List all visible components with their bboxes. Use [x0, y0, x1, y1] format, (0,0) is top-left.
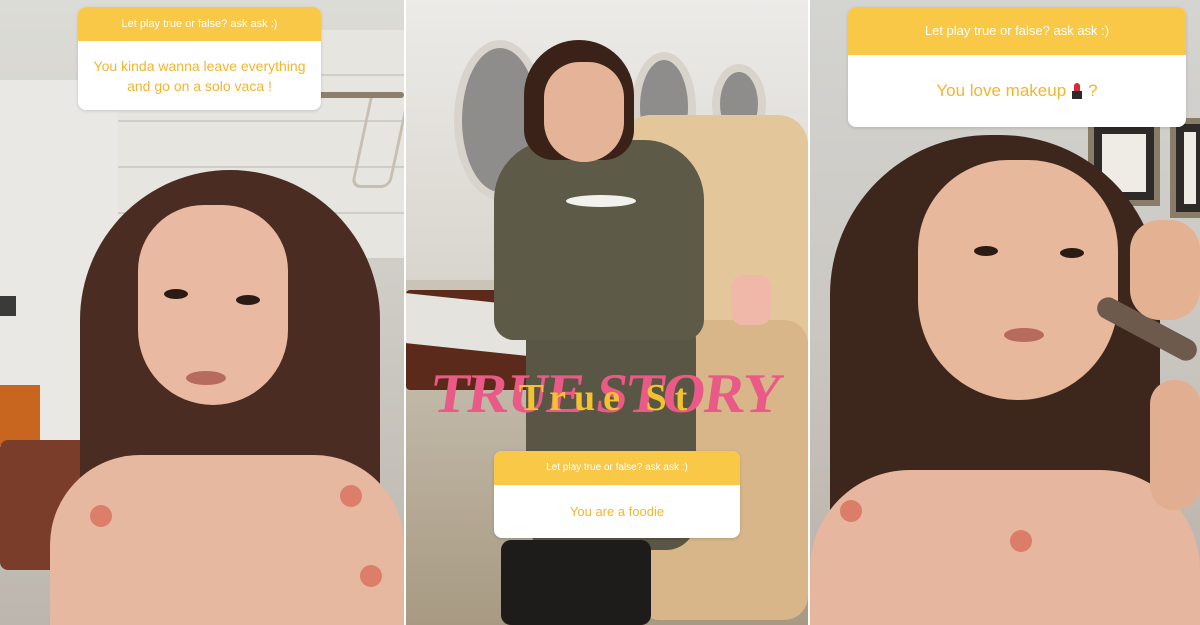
question-header: Let play true or false? ask ask :) — [78, 7, 321, 41]
boots — [501, 540, 651, 625]
face — [918, 160, 1118, 400]
face — [544, 62, 624, 162]
eye — [974, 246, 998, 256]
jacket — [494, 140, 704, 340]
eye — [164, 289, 188, 299]
flower-print — [840, 500, 862, 522]
plate — [566, 195, 636, 207]
eye — [236, 295, 260, 305]
flower-print — [360, 565, 382, 587]
flower-print — [1010, 530, 1032, 552]
eye — [1060, 248, 1084, 258]
bottle — [731, 275, 771, 325]
question-header: Let play true or false? ask ask :) — [848, 7, 1186, 55]
question-answer: You are a foodie — [569, 504, 665, 519]
floral-top — [50, 455, 404, 625]
question-sticker-foodie: Let play true or false? ask ask :) You a… — [494, 451, 740, 538]
light-switch — [0, 296, 16, 316]
flower-print — [340, 485, 362, 507]
question-sticker-makeup: Let play true or false? ask ask :) You l… — [848, 7, 1186, 127]
makeup-artist-hand — [1130, 220, 1200, 320]
question-answer: You love makeup ? — [848, 55, 1186, 127]
makeup-artist-hand — [1150, 380, 1200, 510]
answer-text: You love makeup — [936, 81, 1067, 100]
mouth — [186, 371, 226, 385]
answer-question-mark: ? — [1088, 81, 1098, 100]
lipstick-icon — [1072, 83, 1083, 99]
floral-top — [810, 470, 1200, 625]
picture-frame — [1170, 118, 1200, 218]
flower-print — [90, 505, 112, 527]
question-sticker-solo-vaca: Let play true or false? ask ask :) You k… — [78, 7, 321, 110]
question-answer: You kinda wanna leave everything and go … — [93, 57, 306, 94]
question-header: Let play true or false? ask ask :) — [494, 451, 740, 485]
mouth — [1004, 328, 1044, 342]
orange-box — [0, 385, 40, 445]
face — [138, 205, 288, 405]
